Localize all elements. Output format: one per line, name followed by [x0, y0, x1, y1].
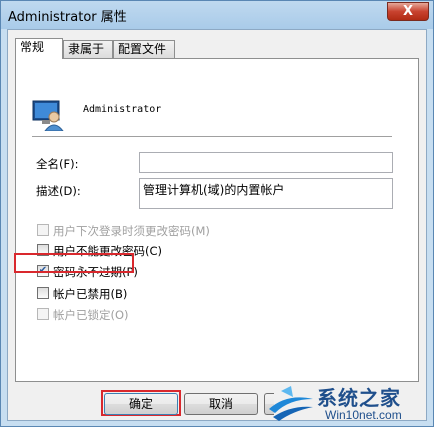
tab-general[interactable]: 常规	[15, 38, 63, 59]
checkbox-box[interactable]	[37, 308, 49, 320]
divider	[32, 136, 392, 138]
checkbox-label: 用户下次登录时须更改密码(M)	[53, 224, 210, 238]
full-name-label: 全名(F):	[36, 157, 79, 171]
window-title: Administrator 属性	[8, 10, 127, 25]
close-button[interactable]: X	[387, 2, 429, 21]
watermark-text: 系统之家	[317, 386, 401, 410]
checkbox-label: 帐户已锁定(O)	[53, 308, 129, 322]
tab-member-of[interactable]: 隶属于	[63, 40, 113, 58]
user-name: Administrator	[83, 104, 162, 115]
watermark-url: Win10net.com	[325, 408, 402, 422]
checkbox-box[interactable]	[37, 224, 49, 236]
account-disabled-highlight	[14, 253, 134, 273]
dialog-client: 常规 隶属于 配置文件 Administrator 全名(F): 描述(D): …	[7, 29, 427, 421]
user-computer-icon	[32, 100, 64, 131]
properties-window: Administrator 属性 X 常规 隶属于 配置文件 Administr…	[0, 0, 434, 427]
checkbox-label: 帐户已禁用(B)	[53, 287, 128, 301]
watermark-logo-icon	[269, 386, 313, 421]
full-name-input[interactable]	[139, 152, 393, 173]
title-bar[interactable]: Administrator 属性 X	[1, 1, 433, 27]
ok-button[interactable]: 确定	[104, 393, 178, 415]
cancel-button[interactable]: 取消	[184, 393, 258, 415]
tab-profile[interactable]: 配置文件	[113, 40, 175, 58]
description-label: 描述(D):	[36, 184, 81, 198]
watermark: 系统之家 Win10net.com	[267, 379, 433, 427]
general-tab-panel: Administrator 全名(F): 描述(D): 管理计算机(域)的内置帐…	[15, 58, 419, 382]
description-input[interactable]: 管理计算机(域)的内置帐户	[139, 178, 393, 209]
checkbox-box[interactable]	[37, 287, 49, 299]
